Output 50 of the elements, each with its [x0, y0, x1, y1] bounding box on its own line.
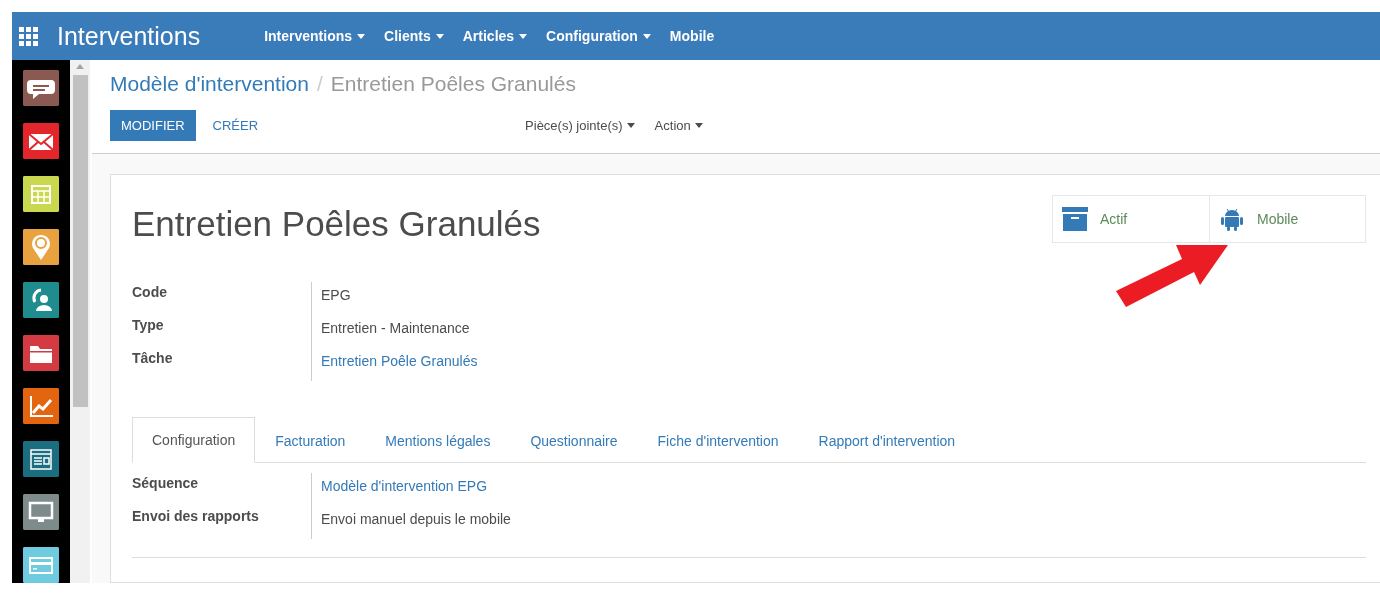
dropdown-button[interactable]: Pièce(s) jointe(s) [525, 118, 635, 133]
field-link[interactable]: Entretien Poêle Granulés [311, 348, 478, 381]
card-app-icon[interactable] [23, 547, 59, 583]
caret-icon [435, 33, 444, 39]
folder-app-icon[interactable] [23, 335, 59, 371]
menu-item[interactable]: Interventions [264, 28, 376, 44]
tab[interactable]: Questionnaire [510, 417, 638, 463]
menu-item[interactable]: Configuration [546, 28, 661, 44]
caret-icon [642, 33, 651, 39]
chat-app-icon[interactable] [23, 70, 59, 106]
edit-button[interactable]: MODIFIER [110, 110, 196, 141]
breadcrumb-separator: / [316, 72, 323, 96]
field-label: Envoi des rapports [132, 507, 260, 526]
tab[interactable]: Fiche d'intervention [637, 417, 799, 463]
app-title: Interventions [57, 21, 201, 51]
document-app-icon[interactable] [23, 441, 59, 477]
archive-box-icon [1062, 206, 1088, 232]
field-label: Code [132, 283, 168, 302]
create-button[interactable]: CRÉER [201, 110, 270, 141]
caret-icon [357, 33, 366, 39]
tab[interactable]: Facturation [255, 417, 366, 463]
chart-app-icon[interactable] [23, 388, 59, 424]
tab[interactable]: Mentions légales [365, 417, 511, 463]
app-grid-icon[interactable] [17, 25, 39, 47]
record-title: Entretien Poêles Granulés [132, 204, 541, 244]
breadcrumb-link[interactable]: Modèle d'intervention [110, 72, 309, 96]
caret-icon [626, 123, 635, 128]
scroll-up-icon[interactable] [76, 64, 84, 69]
monitor-app-icon[interactable] [23, 494, 59, 530]
android-robot-icon [1219, 206, 1245, 232]
caret-icon [519, 33, 528, 39]
caret-icon [694, 123, 703, 128]
tab[interactable]: Configuration [132, 417, 256, 463]
field-label: Séquence [132, 474, 200, 493]
field-link[interactable]: Modèle d'intervention EPG [311, 473, 511, 506]
menu-item[interactable]: Clients [384, 28, 454, 44]
field-value: EPG [311, 282, 478, 315]
field-value: Envoi manuel depuis le mobile [311, 506, 511, 539]
pin-app-icon[interactable] [23, 229, 59, 265]
field-label: Tâche [132, 349, 174, 368]
field-label: Type [132, 316, 165, 335]
field-value: Entretien - Maintenance [311, 315, 478, 348]
mail-app-icon[interactable] [23, 123, 59, 159]
support-app-icon[interactable] [23, 282, 59, 318]
tab[interactable]: Rapport d'intervention [798, 417, 976, 463]
scrollbar-thumb[interactable] [72, 75, 88, 407]
breadcrumb-current: Entretien Poêles Granulés [330, 72, 576, 96]
menu-item[interactable]: Mobile [669, 28, 725, 44]
dropdown-button[interactable]: Action [654, 118, 703, 133]
menu-item[interactable]: Articles [462, 28, 538, 44]
